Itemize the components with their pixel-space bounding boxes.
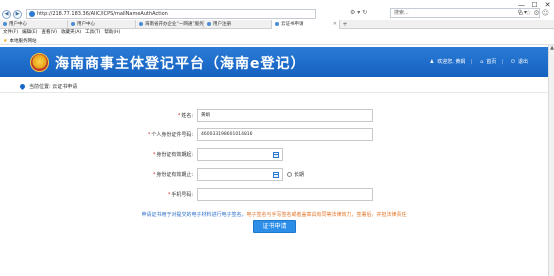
breadcrumb-text: 当前位置: 云证书申请 [29,84,78,90]
national-emblem-icon [30,53,49,72]
longterm-option[interactable]: 长期 [287,171,304,178]
search-placeholder: 搜索... [394,10,409,16]
user-icon: ♟ [429,58,435,65]
breadcrumb: 当前位置: 云证书申请 [18,82,78,91]
scroll-up-icon[interactable]: ▲ [549,45,554,51]
tab-user-register[interactable]: 用户注册 [204,20,272,29]
phone-label: *手机号码: [167,192,193,198]
menu-help[interactable]: 帮助(H) [104,29,120,37]
site-banner: 海南商事主体登记平台（海南e登记） ♟ 欢迎您, 黄娟 | ⌂ 首页 | ⏻ 退… [0,47,548,77]
form-row-id-number: *个人身份证件号码: 460033198601014816 [0,128,548,142]
id-number-label: *个人身份证件号码: [147,132,193,138]
tab-user-center-1[interactable]: 用户中心 [0,20,68,29]
site-title: 海南商事主体登记平台（海南e登记） [55,56,306,72]
calendar-icon[interactable] [273,172,279,178]
location-pin-icon [18,82,27,91]
form-row-name: *姓名: 黄娟 [0,109,548,123]
new-tab-button[interactable]: + [340,20,350,29]
notice-orange-text: 电子签名与手写签名或者盖章具有同等法律效力，签署后，并担法律责任 [246,212,407,218]
calendar-icon[interactable] [273,152,279,158]
page-icon [207,21,211,26]
name-label: *姓名: [177,113,193,119]
home-link[interactable]: 首页 [486,58,496,65]
favorite-local-service[interactable]: 本地服务网站 [9,38,36,44]
menu-file[interactable]: 文件(F) [3,29,18,37]
divider: | [470,58,473,65]
notice-blue-text: 申请证书用于对提交的电子材料进行电子签名， [141,212,247,218]
page-icon [3,21,7,26]
tab-label: 云证书申请 [281,22,304,27]
back-button[interactable]: ◀ [2,9,11,19]
divider: | [501,58,504,65]
close-tab-icon[interactable]: ✕ [333,20,337,29]
menu-tools[interactable]: 工具(T) [85,29,100,37]
phone-input[interactable] [197,188,373,201]
page-icon [139,21,143,26]
address-bar-row: ◀ ▶ http://218.77.183.36/AIIC/ICPS/mallN… [0,8,554,20]
tab-business-service[interactable]: 海南省开办企业“一网通”服务 [136,20,204,29]
id-number-input[interactable]: 460033198601014816 [197,128,373,141]
id-end-label: *身份证有效期止: [152,172,193,178]
longterm-radio[interactable] [287,172,292,177]
signature-notice: 申请证书用于对提交的电子材料进行电子签名，电子签名与手写签名或者盖章具有同等法律… [0,211,548,218]
power-icon: ⏻ [511,58,515,65]
home-icon: ⌂ [480,58,484,65]
vertical-scrollbar[interactable]: ▲ [548,45,554,276]
refresh-icon[interactable]: ⚙ ▾ ↻ [350,8,367,18]
tab-cloud-cert[interactable]: 云证书申请 ✕ [272,20,340,29]
form-row-id-end: *身份证有效期止: 长期 [0,168,548,182]
name-input[interactable]: 黄娟 [197,109,373,122]
divider [0,92,548,93]
form-row-id-start: *身份证有效期起: [0,148,548,162]
menu-favorites[interactable]: 收藏夹(A) [61,29,81,37]
longterm-label: 长期 [294,172,305,178]
favorites-bar: ★ 本地服务网站 [0,37,554,45]
banner-links: ♟ 欢迎您, 黄娟 | ⌂ 首页 | ⏻ 退出 [427,58,528,66]
url-field[interactable]: http://218.77.183.36/AIIC/ICPS/mallNameA… [26,9,316,19]
page-icon [71,21,75,26]
tab-label: 用户注册 [213,22,231,27]
ie-icon [29,11,35,17]
form-row-phone: *手机号码: [0,188,548,202]
tab-user-center-2[interactable]: 用户中心 [68,20,136,29]
id-end-date-input[interactable] [197,168,283,181]
toolbar-icons[interactable]: ⌂☆⚙☺ [519,8,551,18]
forward-button[interactable]: ▶ [13,9,22,19]
welcome-text: 欢迎您, 黄娟 [437,59,466,65]
id-start-label: *身份证有效期起: [152,152,193,158]
favorites-star-icon[interactable]: ★ [3,38,7,44]
apply-cert-button[interactable]: 证书申请 [253,220,296,233]
url-text: http://218.77.183.36/AIIC/ICPS/mallNameA… [37,11,168,17]
id-start-date-input[interactable] [197,148,283,161]
tab-label: 用户中心 [77,22,95,27]
tab-label: 用户中心 [9,22,27,27]
tab-label: 海南省开办企业“一网通”服务 [145,22,204,27]
search-input[interactable]: 搜索... ⚲ ▾ [390,8,540,18]
tab-bar: 用户中心 用户中心 海南省开办企业“一网通”服务 用户注册 云证书申请 ✕ + [0,20,554,29]
logout-link[interactable]: 退出 [518,58,528,65]
page-icon [275,21,279,26]
menu-view[interactable]: 查看(V) [41,29,57,37]
menu-bar: 文件(F) 编辑(E) 查看(V) 收藏夹(A) 工具(T) 帮助(H) [0,29,554,37]
menu-edit[interactable]: 编辑(E) [22,29,37,37]
